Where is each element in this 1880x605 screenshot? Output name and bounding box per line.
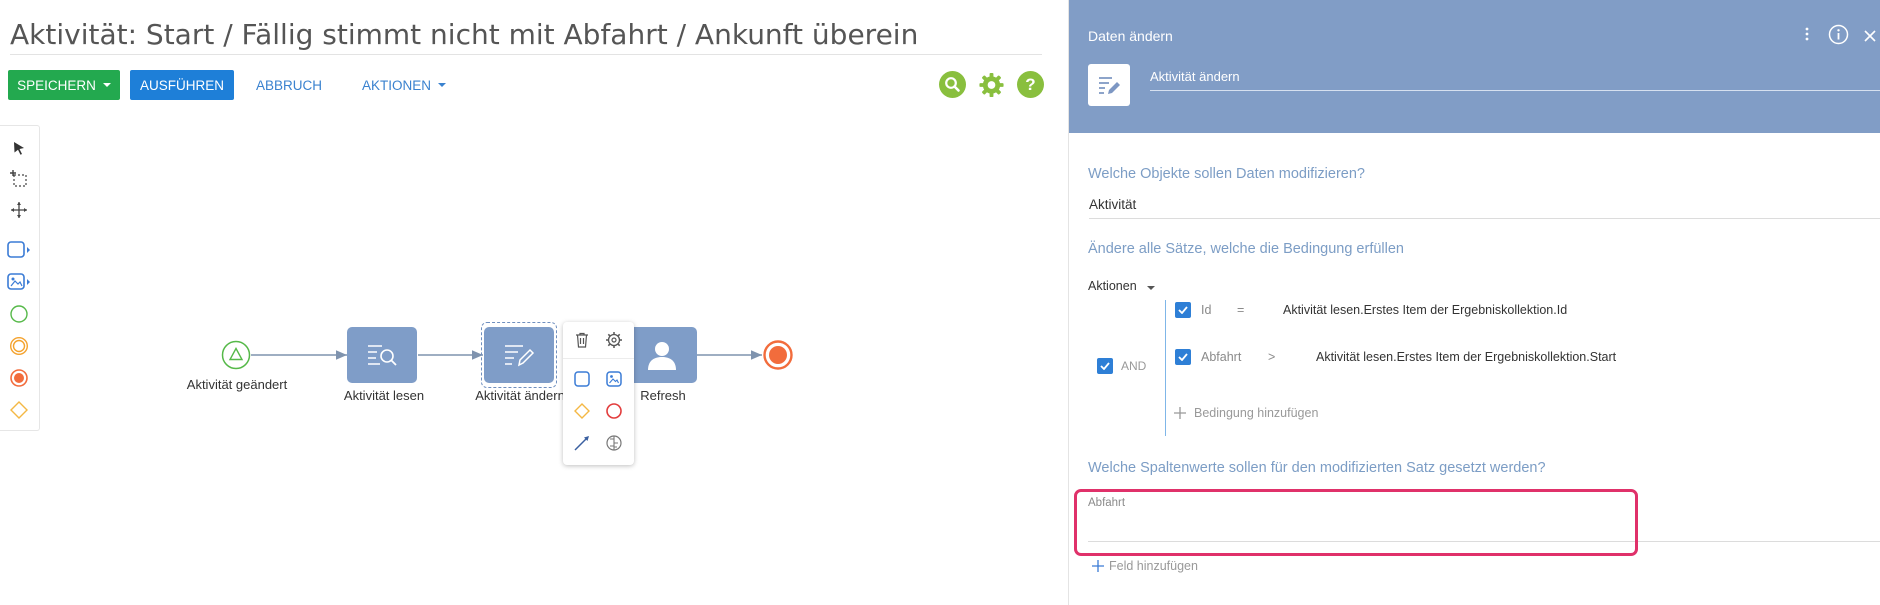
- element-name-input[interactable]: Aktivität ändern: [1150, 66, 1880, 91]
- add-condition-label: Bedingung hinzufügen: [1194, 406, 1319, 420]
- connector-icon[interactable]: [571, 432, 593, 454]
- menu-divider: [563, 358, 634, 359]
- and-label: AND: [1121, 359, 1147, 373]
- highlight-annotation: [1074, 489, 1638, 556]
- condition-value[interactable]: Aktivität lesen.Erstes Item der Ergebnis…: [1283, 303, 1567, 317]
- condition-value[interactable]: Aktivität lesen.Erstes Item der Ergebnis…: [1316, 350, 1616, 364]
- process-designer: Aktivität: Start / Fällig stimmt nicht m…: [0, 0, 1880, 605]
- object-lookup-field[interactable]: Aktivität: [1089, 195, 1880, 219]
- condition-operator[interactable]: >: [1268, 350, 1316, 364]
- checkbox-checked[interactable]: [1175, 349, 1191, 365]
- gateway-icon[interactable]: [571, 400, 593, 422]
- node-label: Aktivität lesen: [343, 388, 425, 403]
- ai-brain-icon[interactable]: [603, 432, 625, 454]
- read-data-icon: [368, 345, 397, 366]
- start-event[interactable]: [221, 340, 251, 370]
- end-event[interactable]: [763, 340, 793, 370]
- plus-icon: [1174, 407, 1186, 419]
- diagram-connectors: [251, 350, 762, 360]
- and-group[interactable]: AND: [1097, 358, 1146, 374]
- condition-column[interactable]: Abfahrt: [1201, 350, 1268, 364]
- conditions-actions-label: Aktionen: [1088, 279, 1137, 293]
- add-field-button[interactable]: Feld hinzufügen: [1091, 559, 1198, 573]
- subprocess-icon[interactable]: [603, 368, 625, 390]
- element-context-menu: [563, 322, 634, 465]
- modify-data-icon: [505, 345, 535, 367]
- objects-question: Welche Objekte sollen Daten modifizieren…: [1088, 166, 1365, 182]
- add-condition-button[interactable]: Bedingung hinzufügen: [1173, 406, 1318, 420]
- user-task[interactable]: [627, 327, 697, 383]
- plus-icon: [1092, 560, 1104, 572]
- condition-group-bracket: [1165, 300, 1166, 436]
- panel-header: Daten ändern Aktivität ändern: [1069, 0, 1880, 133]
- checkbox-checked[interactable]: [1175, 302, 1191, 318]
- add-field-label: Feld hinzufügen: [1109, 559, 1198, 573]
- user-icon: [648, 342, 676, 370]
- condition-row[interactable]: Abfahrt > Aktivität lesen.Erstes Item de…: [1175, 349, 1616, 365]
- element-type-icon: [1088, 64, 1130, 106]
- condition-question: Ändere alle Sätze, welche die Bedingung …: [1088, 241, 1404, 257]
- modify-data-task[interactable]: [484, 327, 554, 383]
- node-label: Aktivität ändern: [475, 388, 565, 403]
- node-label: Refresh: [640, 388, 686, 403]
- close-icon[interactable]: [1864, 29, 1876, 47]
- properties-panel: Daten ändern Aktivität ändern Welche Obj…: [1068, 0, 1880, 605]
- trash-icon[interactable]: [571, 329, 593, 351]
- end-event-icon[interactable]: [603, 400, 625, 422]
- task-icon[interactable]: [571, 368, 593, 390]
- panel-title: Daten ändern: [1088, 28, 1173, 44]
- chevron-down-icon: [1147, 286, 1156, 290]
- condition-column[interactable]: Id: [1201, 303, 1237, 317]
- condition-operator[interactable]: =: [1237, 303, 1283, 317]
- condition-row[interactable]: Id = Aktivität lesen.Erstes Item der Erg…: [1175, 302, 1567, 318]
- more-options-icon[interactable]: [1804, 26, 1810, 47]
- columns-question: Welche Spaltenwerte sollen für den modif…: [1088, 460, 1546, 476]
- gear-icon[interactable]: [603, 329, 625, 351]
- conditions-actions-dropdown[interactable]: Aktionen: [1088, 279, 1156, 293]
- info-icon[interactable]: [1828, 24, 1849, 50]
- read-data-task[interactable]: [347, 327, 417, 383]
- checkbox-checked[interactable]: [1097, 358, 1113, 374]
- node-label: Aktivität geändert: [186, 377, 288, 392]
